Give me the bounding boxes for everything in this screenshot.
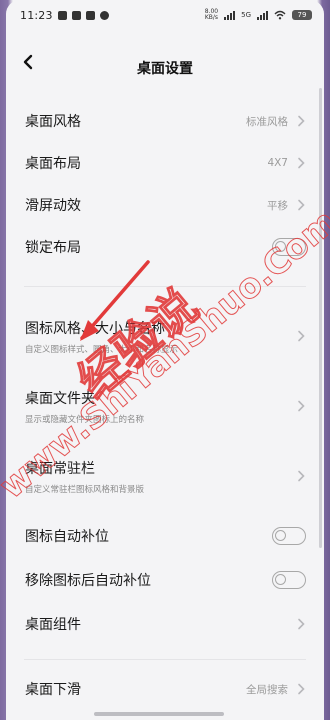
status-left: 11:23 — [20, 9, 109, 22]
lock-layout-toggle[interactable] — [272, 238, 306, 256]
row-title: 桌面风格 — [25, 114, 81, 130]
desktop-folder-item[interactable]: 桌面文件夹 显示或隐藏文件夹图标上的名称 — [6, 371, 324, 441]
auto-fill-toggle[interactable] — [272, 527, 306, 545]
chevron-right-icon — [296, 157, 306, 169]
signal-icon — [224, 10, 236, 20]
desktop-style-item[interactable]: 桌面风格 标准风格 — [6, 100, 324, 142]
row-value: 4X7 — [267, 157, 288, 169]
icon-style-item[interactable]: 图标风格、大小与名称 自定义图标样式、圆角、大小和名称显示 — [6, 301, 324, 371]
message-icon — [71, 10, 81, 20]
chevron-right-icon — [296, 470, 306, 482]
page-title: 桌面设置 — [137, 61, 193, 77]
swipe-effect-item[interactable]: 滑屏动效 平移 — [6, 184, 324, 226]
net-type: 5G — [241, 11, 251, 19]
dock-bar-item[interactable]: 桌面常驻栏 自定义常驻栏图标风格和背景版 — [6, 441, 324, 511]
auto-fill-item: 图标自动补位 — [6, 515, 324, 557]
row-title: 锁定布局 — [25, 240, 81, 256]
section-divider — [24, 286, 306, 287]
gallery-icon — [85, 10, 95, 20]
settings-list: 桌面风格 标准风格 桌面布局 4X7 滑屏动效 平移 锁定布局 图标风格、大小与… — [6, 100, 324, 710]
row-title: 桌面常驻栏 — [25, 460, 95, 477]
title-bar: 桌面设置 — [6, 30, 324, 86]
toggle-knob — [275, 241, 286, 252]
swipe-down-item[interactable]: 桌面下滑 全局搜索 — [6, 668, 324, 710]
scrollbar[interactable] — [319, 88, 322, 548]
chevron-right-icon — [296, 618, 306, 630]
chevron-right-icon — [296, 400, 306, 412]
chevron-right-icon — [296, 330, 306, 342]
row-value: 标准风格 — [246, 115, 288, 128]
desktop-layout-item[interactable]: 桌面布局 4X7 — [6, 142, 324, 184]
auto-fill-after-remove-toggle[interactable] — [272, 571, 306, 589]
row-title: 桌面下滑 — [25, 682, 81, 698]
row-subtitle: 显示或隐藏文件夹图标上的名称 — [25, 414, 145, 425]
chevron-right-icon — [296, 683, 306, 695]
desktop-widgets-item[interactable]: 桌面组件 — [6, 603, 324, 645]
row-title: 移除图标后自动补位 — [25, 573, 151, 589]
status-bar: 11:23 8.00 KB/s 5G 79 — [6, 0, 324, 30]
net-speed: 8.00 KB/s — [204, 8, 219, 21]
chat-icon — [99, 10, 109, 20]
auto-fill-after-remove-item: 移除图标后自动补位 — [6, 559, 324, 601]
row-title: 桌面组件 — [25, 617, 81, 633]
status-right: 8.00 KB/s 5G 79 — [205, 9, 312, 21]
signal-2-icon — [257, 10, 268, 20]
status-time: 11:23 — [20, 8, 53, 22]
row-subtitle: 自定义常驻栏图标风格和背景版 — [25, 484, 145, 495]
section-divider — [24, 659, 306, 660]
notification-icon — [57, 10, 67, 20]
toggle-knob — [275, 530, 286, 541]
battery-indicator: 79 — [292, 10, 312, 20]
wifi-icon — [274, 10, 286, 20]
chevron-right-icon — [296, 199, 306, 211]
row-title: 桌面布局 — [25, 156, 81, 172]
row-subtitle: 自定义图标样式、圆角、大小和名称显示 — [25, 344, 179, 355]
row-title: 桌面文件夹 — [25, 390, 95, 407]
row-title: 滑屏动效 — [25, 198, 81, 214]
lock-layout-item: 锁定布局 — [6, 226, 324, 268]
toggle-knob — [275, 574, 286, 585]
row-value: 平移 — [267, 199, 288, 212]
chevron-right-icon — [296, 115, 306, 127]
row-value: 全局搜索 — [246, 683, 288, 696]
row-title: 图标自动补位 — [25, 529, 109, 545]
row-title: 图标风格、大小与名称 — [25, 320, 165, 337]
settings-screen: 11:23 8.00 KB/s 5G 79 桌面设置 桌面风格 标准风格 桌面布… — [6, 0, 324, 720]
home-indicator[interactable] — [94, 712, 224, 716]
